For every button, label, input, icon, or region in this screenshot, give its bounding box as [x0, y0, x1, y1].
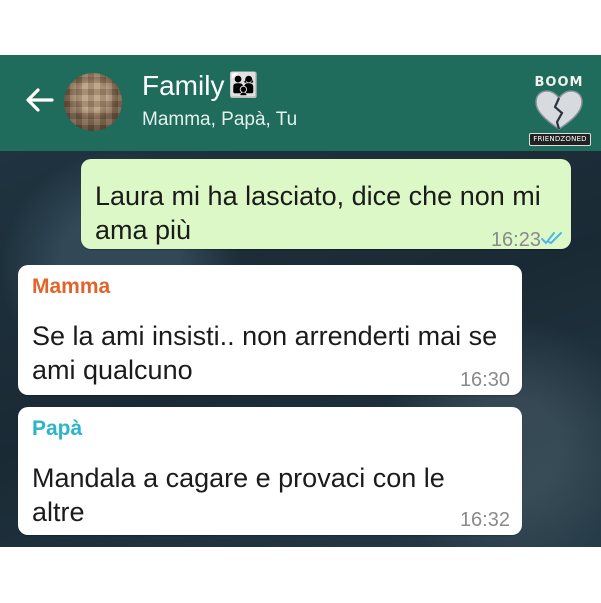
double-check-read-icon: [541, 232, 562, 245]
back-button[interactable]: [22, 83, 56, 117]
message-text: Mandala a cagare e provaci con le altre: [32, 463, 445, 527]
chat-title-area[interactable]: Family 👨‍👩‍👦 Mamma, Papà, Tu: [142, 69, 297, 131]
message-time: 16:23: [490, 229, 541, 251]
chat-participants: Mamma, Papà, Tu: [142, 109, 298, 130]
chat-header: Family 👨‍👩‍👦 Mamma, Papà, Tu BOOM FRIEND…: [0, 55, 601, 151]
group-avatar[interactable]: [64, 73, 122, 131]
message-text: Se la ami insisti.. non arrenderti mai s…: [32, 321, 498, 385]
message-list: Laura mi ha lasciato, dice che non mi am…: [0, 151, 601, 547]
message-text: Laura mi ha lasciato, dice che non mi am…: [95, 181, 541, 245]
message-time: 16:30: [459, 369, 510, 391]
incoming-message[interactable]: Papà Mandala a cagare e provaci con le a…: [18, 407, 522, 535]
message-sender: Papà: [32, 417, 83, 440]
back-arrow-icon: [26, 88, 54, 112]
message-time: 16:32: [459, 509, 510, 531]
chat-title-text: Family: [142, 70, 225, 101]
message-sender: Mamma: [32, 275, 111, 298]
incoming-message[interactable]: Mamma Se la ami insisti.. non arrenderti…: [18, 265, 522, 395]
family-emoji-icon: 👨‍👩‍👦: [228, 72, 259, 99]
chat-screen: Family 👨‍👩‍👦 Mamma, Papà, Tu BOOM FRIEND…: [0, 55, 601, 547]
chat-title: Family 👨‍👩‍👦: [142, 69, 297, 103]
watermark-logo: BOOM FRIENDZONED: [526, 75, 592, 146]
watermark-bottom-text: FRIENDZONED: [529, 133, 591, 146]
outgoing-message[interactable]: Laura mi ha lasciato, dice che non mi am…: [81, 159, 571, 251]
